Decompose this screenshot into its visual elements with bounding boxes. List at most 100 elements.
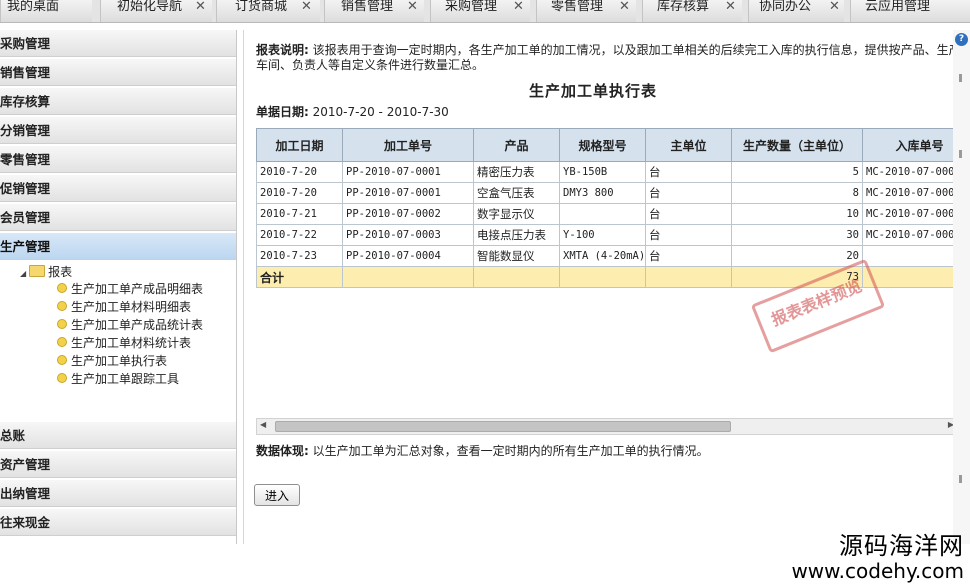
resize-handle-icon[interactable] (959, 74, 962, 82)
close-icon[interactable]: ✕ (619, 0, 630, 14)
tab-inventory[interactable]: 库存核算 ✕ (642, 0, 742, 22)
site-watermark: 源码海洋网 www.codehy.com (791, 532, 964, 582)
tab-retail[interactable]: 零售管理 ✕ (536, 0, 636, 22)
tab-label: 零售管理 (551, 0, 604, 14)
tab-collab[interactable]: 协同办公 ✕ (748, 0, 844, 22)
sidebar-category[interactable]: 总账 (0, 422, 236, 449)
tree-leaf-report[interactable]: 生产加工单材料明细表 (57, 298, 191, 316)
cell-date: 2010-7-21 (256, 203, 343, 225)
sidebar-category[interactable]: 分销管理 (0, 117, 236, 144)
resize-handle-icon[interactable] (959, 150, 962, 158)
cell-spec: Y-100 (559, 224, 646, 246)
total-empty-cell (342, 266, 474, 288)
cell-product: 智能数显仪 (473, 245, 560, 267)
tab-label: 销售管理 (341, 0, 394, 14)
data-label: 数据体现: (256, 444, 309, 458)
tab-init-nav[interactable]: 初始化导航 ✕ (100, 0, 212, 22)
cell-date: 2010-7-23 (256, 245, 343, 267)
cell-product: 空盒气压表 (473, 182, 560, 204)
total-empty-cell (559, 266, 646, 288)
total-empty-cell (645, 266, 732, 288)
sidebar-category[interactable]: 零售管理 (0, 146, 236, 173)
help-icon[interactable]: ? (955, 33, 968, 46)
tree-node-reports[interactable]: ◢ 报表 (20, 264, 72, 280)
scrollbar-thumb[interactable] (275, 421, 731, 432)
sidebar-category[interactable]: 库存核算 (0, 88, 236, 115)
table-row[interactable]: 2010-7-22 PP-2010-07-0003 电接点压力表 Y-100 台 30 MC… (256, 224, 970, 246)
tab-label: 采购管理 (445, 0, 498, 14)
sidebar-category[interactable]: 往来现金 (0, 509, 236, 536)
close-icon[interactable]: ✕ (301, 0, 312, 14)
tab-label: 我的桌面 (7, 0, 60, 14)
tree-leaf-label: 生产加工单跟踪工具 (71, 372, 180, 386)
tree-leaf-report[interactable]: 生产加工单执行表 (57, 352, 167, 370)
cell-order: PP-2010-07-0003 (342, 224, 474, 246)
cell-spec: DMY3 800 (559, 182, 646, 204)
cell-spec: XMTA (4-20mA) (559, 245, 646, 267)
close-icon[interactable]: ✕ (725, 0, 736, 14)
tab-cloud-apps[interactable]: 云应用管理 (850, 0, 970, 22)
close-icon[interactable]: ✕ (407, 0, 418, 14)
table-row[interactable]: 2010-7-20 PP-2010-07-0001 精密压力表 YB-150B 台 5 MC… (256, 161, 970, 183)
sidebar-category[interactable]: 生产管理 (0, 233, 236, 260)
tab-label: 云应用管理 (865, 0, 931, 14)
cell-date: 2010-7-20 (256, 182, 343, 204)
cell-product: 数字显示仪 (473, 203, 560, 225)
cell-order: PP-2010-07-0001 (342, 161, 474, 183)
report-bullet-icon (57, 283, 67, 293)
tab-purchase[interactable]: 采购管理 ✕ (430, 0, 530, 22)
report-bullet-icon (57, 301, 67, 311)
tree-leaf-report[interactable]: 生产加工单材料统计表 (57, 334, 191, 352)
cell-unit: 台 (645, 161, 732, 183)
cell-spec (559, 203, 646, 225)
sidebar: 采购管理 销售管理 库存核算 分销管理 零售管理 促销管理 会员管理 生产管理 ◢ 报表生产加工单… (0, 30, 237, 544)
cell-unit: 台 (645, 203, 732, 225)
cell-unit: 台 (645, 245, 732, 267)
enter-button[interactable]: 进入 (254, 484, 300, 506)
tab-label: 库存核算 (657, 0, 710, 14)
cell-order: PP-2010-07-0002 (342, 203, 474, 225)
report-bullet-icon (57, 337, 67, 347)
sidebar-category[interactable]: 出纳管理 (0, 480, 236, 507)
report-bullet-icon (57, 373, 67, 383)
column-header: 生产数量（主单位） (731, 128, 863, 162)
expand-icon[interactable]: ◢ (20, 269, 26, 278)
tree-node-label: 报表 (48, 265, 73, 279)
tab-label: 协同办公 (759, 0, 812, 14)
sidebar-category[interactable]: 促销管理 (0, 175, 236, 202)
folder-icon (29, 265, 46, 277)
cell-order: PP-2010-07-0004 (342, 245, 474, 267)
sidebar-category[interactable]: 会员管理 (0, 204, 236, 231)
tab-label: 初始化导航 (117, 0, 183, 14)
tab-order-mall[interactable]: 订货商城 ✕ (216, 0, 320, 22)
desc-label: 报表说明: (256, 43, 309, 57)
cell-qty: 30 (731, 224, 863, 246)
sidebar-category[interactable]: 采购管理 (0, 30, 236, 57)
tree-leaf-report[interactable]: 生产加工单跟踪工具 (57, 370, 179, 388)
report-title: 生产加工单执行表 (529, 82, 658, 100)
sidebar-category[interactable]: 销售管理 (0, 59, 236, 86)
tree-leaf-label: 生产加工单产成品明细表 (71, 282, 204, 296)
horizontal-scrollbar[interactable]: ◀ ▶ (256, 418, 958, 435)
close-icon[interactable]: ✕ (829, 0, 840, 14)
report-panel: 报表说明: 该报表用于查询一定时期内，各生产加工单的加工情况，以及跟加工单相关的… (243, 30, 970, 544)
resize-handle-icon[interactable] (959, 475, 962, 483)
cell-product: 精密压力表 (473, 161, 560, 183)
top-tab-bar: 我的桌面 初始化导航 ✕ 订货商城 ✕ 销售管理 ✕ 采购管理 ✕ 零售管理 ✕… (0, 0, 970, 23)
watermark-url: www.codehy.com (791, 559, 964, 583)
tree-leaf-report[interactable]: 生产加工单产成品统计表 (57, 316, 203, 334)
cell-qty: 10 (731, 203, 863, 225)
tree-leaf-label: 生产加工单执行表 (71, 354, 168, 368)
close-icon[interactable]: ✕ (513, 0, 524, 14)
tab-desktop[interactable]: 我的桌面 (0, 0, 92, 22)
sidebar-category[interactable]: 资产管理 (0, 451, 236, 478)
scroll-left-icon[interactable]: ◀ (260, 420, 266, 429)
close-icon[interactable]: ✕ (195, 0, 206, 14)
tree-leaf-report[interactable]: 生产加工单产成品明细表 (57, 280, 203, 298)
cell-date: 2010-7-22 (256, 224, 343, 246)
cell-unit: 台 (645, 224, 732, 246)
tab-sales[interactable]: 销售管理 ✕ (324, 0, 424, 22)
table-row[interactable]: 2010-7-20 PP-2010-07-0001 空盒气压表 DMY3 800 台 8 M… (256, 182, 970, 204)
table-row[interactable]: 2010-7-21 PP-2010-07-0002 数字显示仪台 10 MC-2010-… (256, 203, 970, 225)
report-bullet-icon (57, 319, 67, 329)
